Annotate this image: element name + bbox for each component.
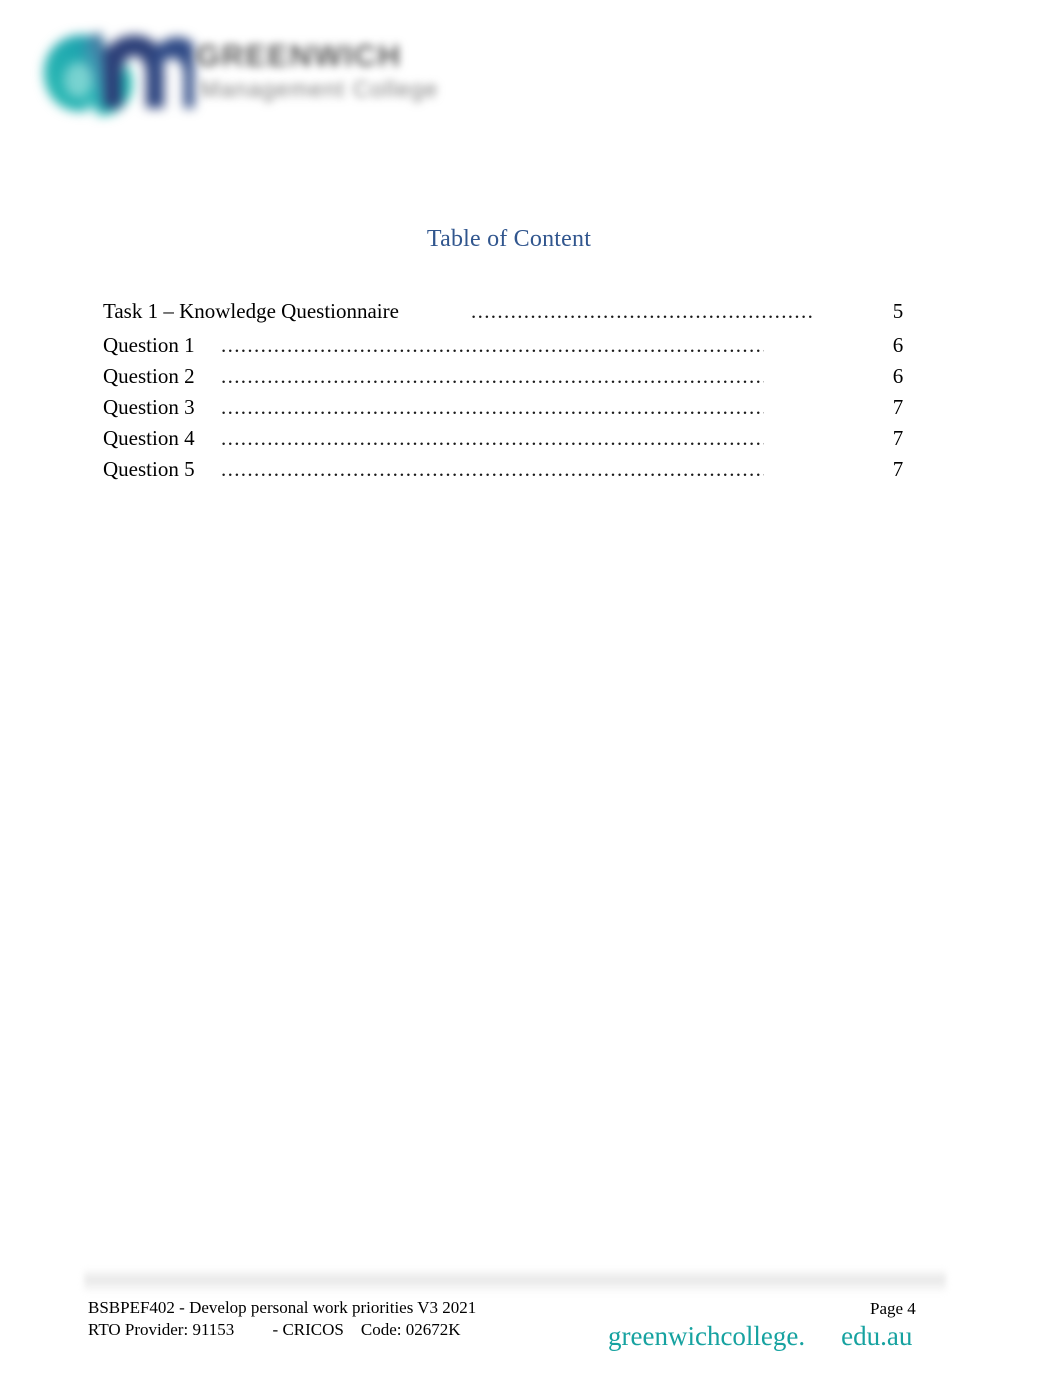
toc-entry-label: Question 5 — [103, 457, 195, 481]
footer-document-info: BSBPEF402 - Develop personal work priori… — [88, 1297, 476, 1341]
toc-page-number: 6 — [892, 333, 904, 357]
toc-entry-label: Question 3 — [103, 395, 195, 419]
table-of-contents: Task 1 – Knowledge Questionnaire .......… — [103, 294, 923, 485]
toc-dot-leader: ........................................… — [221, 457, 764, 481]
toc-page-number: 6 — [892, 364, 904, 388]
toc-page-number: 5 — [892, 299, 904, 323]
toc-dot-leader: ........................................… — [221, 426, 764, 450]
footer-brand-url: greenwichcollege. edu.au — [608, 1319, 912, 1353]
footer-unit-code: BSBPEF402 - Develop personal work priori… — [88, 1298, 477, 1317]
page-title: Table of Content — [426, 226, 592, 252]
toc-dot-leader: ........................................… — [221, 395, 764, 419]
footer-page-number: Page 4 — [870, 1299, 916, 1318]
toc-entry-question-1[interactable]: Question 1 .............................… — [103, 330, 923, 361]
toc-page-number: 7 — [892, 457, 904, 481]
toc-page-number: 7 — [892, 395, 904, 419]
brand-name-text: greenwichcollege. — [608, 1321, 806, 1351]
wordmark-line-2: Management College — [200, 76, 439, 102]
brand-tld-text: edu.au — [841, 1321, 913, 1351]
toc-entry-task-1[interactable]: Task 1 – Knowledge Questionnaire .......… — [103, 294, 923, 328]
greenwich-wordmark: GREENWICH Management College — [170, 36, 455, 116]
toc-entry-label: Question 2 — [103, 364, 195, 388]
toc-entry-label: Question 1 — [103, 333, 195, 357]
toc-entry-question-3[interactable]: Question 3 .............................… — [103, 392, 923, 423]
toc-dot-leader: ........................................… — [471, 299, 814, 323]
toc-entry-question-5[interactable]: Question 5 .............................… — [103, 454, 923, 485]
document-page: GREENWICH Management College Table of Co… — [0, 0, 1062, 1376]
toc-entry-question-4[interactable]: Question 4 .............................… — [103, 423, 923, 454]
toc-entry-question-2[interactable]: Question 2 .............................… — [103, 361, 923, 392]
toc-dot-leader: ........................................… — [221, 333, 764, 357]
toc-dot-leader: ........................................… — [221, 364, 764, 388]
toc-entry-label: Question 4 — [103, 426, 195, 450]
toc-entry-label: Task 1 – Knowledge Questionnaire — [103, 299, 399, 323]
footer-rto-cricos: RTO Provider: 91153 - CRICOS Code: 02672… — [88, 1320, 461, 1339]
footer-divider — [84, 1268, 946, 1294]
wordmark-line-1: GREENWICH — [196, 38, 402, 73]
toc-page-number: 7 — [892, 426, 904, 450]
greenwich-logo: GREENWICH Management College — [30, 8, 437, 133]
